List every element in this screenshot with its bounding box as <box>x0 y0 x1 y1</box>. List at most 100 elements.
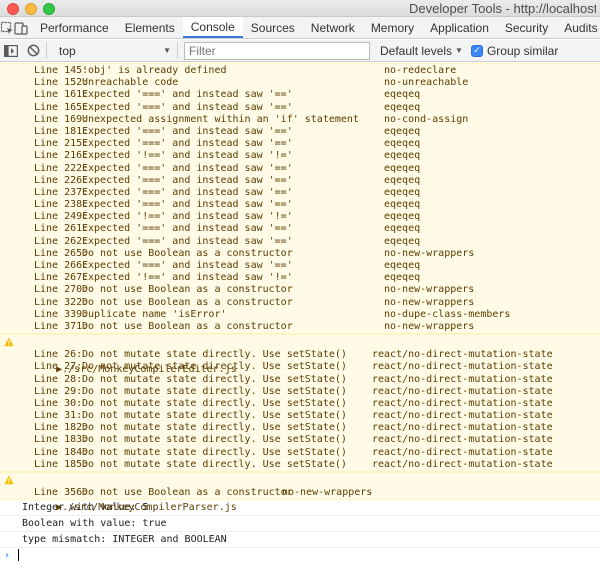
lint-rule: react/no-direct-mutation-state <box>372 458 553 470</box>
lint-message: Expected '===' and instead saw '==' <box>82 162 293 174</box>
lint-line-number: Line 267: <box>34 272 89 284</box>
lint-message: Do not mutate state directly. Use setSta… <box>82 422 347 434</box>
console-toolbar: top ▼ Default levels ▼ ✓ Group similar <box>0 40 600 62</box>
lint-line-number: Line 266: <box>34 260 89 271</box>
lint-message: Do not mutate state directly. Use setSta… <box>82 385 347 397</box>
sidebar-toggle-icon[interactable] <box>0 40 22 62</box>
lint-message: Do not mutate state directly. Use setSta… <box>82 397 347 409</box>
lint-rule: eqeqeq <box>384 174 421 186</box>
warning-header[interactable]: ▶./src/MonkeyCompilerParser.js <box>0 473 600 513</box>
context-selector[interactable]: top ▼ <box>53 42 175 60</box>
lint-line-number: Line 184: <box>34 446 89 458</box>
lint-line-number: Line 371: <box>34 320 89 332</box>
tab-memory[interactable]: Memory <box>363 17 422 38</box>
lint-rule: eqeqeq <box>384 235 421 247</box>
device-toolbar-icon[interactable] <box>14 17 28 38</box>
lint-row: Line 222:Expected '===' and instead saw … <box>0 163 600 175</box>
lint-row: Line 215:Expected '===' and instead saw … <box>0 138 600 150</box>
lint-line-number: Line 238: <box>34 199 89 211</box>
clear-console-icon[interactable] <box>22 40 44 62</box>
lint-line-number: Line 215: <box>34 138 89 150</box>
lint-line-number: Line 181: <box>34 125 89 137</box>
lint-line-number: Line 152: <box>34 77 89 89</box>
lint-row: Line 238:Expected '===' and instead saw … <box>0 199 600 211</box>
lint-rule: no-new-wrappers <box>282 487 373 498</box>
tab-audits[interactable]: Audits <box>556 17 600 38</box>
lint-rule: no-unreachable <box>384 77 469 89</box>
lint-message: Expected '===' and instead saw '==' <box>82 260 293 271</box>
lint-line-number: Line 31: <box>34 410 83 422</box>
warning-message: ▶./src/MonkeyCompilerEditer.js Line 26:D… <box>0 334 600 472</box>
tab-application[interactable]: Application <box>422 17 497 38</box>
lint-rule: eqeqeq <box>384 101 421 113</box>
lint-message: Expected '!==' and instead saw '!=' <box>82 211 293 223</box>
lint-rule: eqeqeq <box>384 260 421 271</box>
lint-row: Line 216:Expected '!==' and instead saw … <box>0 150 600 162</box>
group-similar-toggle[interactable]: ✓ Group similar <box>470 43 559 58</box>
lint-row: Line 266:Expected '===' and instead saw … <box>0 260 600 272</box>
warning-source-file[interactable]: ▶./src/MonkeyCompilerEditer.js <box>56 364 237 375</box>
tab-elements[interactable]: Elements <box>117 17 183 38</box>
lint-rule: react/no-direct-mutation-state <box>372 385 553 397</box>
lint-message: Expected '===' and instead saw '==' <box>82 101 293 113</box>
lint-row: Line 181:Expected '===' and instead saw … <box>0 126 600 138</box>
lint-rule: no-new-wrappers <box>384 284 475 296</box>
tab-security[interactable]: Security <box>497 17 556 38</box>
lint-rule: eqeqeq <box>384 186 421 198</box>
lint-rule: eqeqeq <box>384 199 421 211</box>
lint-message: Do not use Boolean as a constructor <box>82 296 293 308</box>
lint-message: Expected '===' and instead saw '==' <box>82 235 293 247</box>
lint-row: Line 169:Unexpected assignment within an… <box>0 114 600 126</box>
console-output: Line 145:'obj' is already defined no-rede… <box>0 63 600 573</box>
lint-message: Do not mutate state directly. Use setSta… <box>82 410 347 422</box>
lint-message: Expected '===' and instead saw '==' <box>82 89 293 101</box>
tab-performance[interactable]: Performance <box>32 17 117 38</box>
lint-rule: react/no-direct-mutation-state <box>372 397 553 409</box>
lint-rule: react/no-direct-mutation-state <box>372 349 553 361</box>
tab-sources[interactable]: Sources <box>243 17 303 38</box>
lint-line-number: Line 262: <box>34 235 89 247</box>
lint-message: Expected '===' and instead saw '==' <box>82 223 293 235</box>
log-message: type mismatch: INTEGER and BOOLEAN <box>0 532 600 549</box>
lint-rule: react/no-direct-mutation-state <box>372 373 553 385</box>
lint-rule: no-cond-assign <box>384 113 469 125</box>
lint-line-number: Line 185: <box>34 458 89 470</box>
lint-message: Do not mutate state directly. Use setSta… <box>82 434 347 446</box>
lint-line-number: Line 265: <box>34 247 89 259</box>
lint-message: Do not use Boolean as a constructor <box>82 320 293 332</box>
lint-message: Expected '===' and instead saw '==' <box>82 138 293 150</box>
inspect-element-icon[interactable] <box>0 17 14 38</box>
lint-row: Line 185:Do not mutate state directly. U… <box>0 459 600 471</box>
lint-rule: no-new-wrappers <box>384 247 475 259</box>
warning-header[interactable]: ▶./src/MonkeyCompilerEditer.js <box>0 335 600 375</box>
group-similar-label: Group similar <box>486 43 559 58</box>
lint-message: Do not mutate state directly. Use setSta… <box>82 349 347 361</box>
lint-message: Duplicate name 'isError' <box>82 308 227 320</box>
lint-row: Line 237:Expected '===' and instead saw … <box>0 187 600 199</box>
lint-rule: react/no-direct-mutation-state <box>372 410 553 422</box>
checkmark-icon[interactable]: ✓ <box>470 44 483 57</box>
lint-rule: no-redeclare <box>384 65 457 76</box>
lint-rule: no-new-wrappers <box>384 320 475 332</box>
tab-console[interactable]: Console <box>182 17 243 38</box>
lint-message: Do not mutate state directly. Use setSta… <box>82 458 347 470</box>
console-prompt[interactable]: › <box>0 548 600 564</box>
lint-message: Expected '!==' and instead saw '!=' <box>82 272 293 284</box>
lint-line-number: Line 261: <box>34 223 89 235</box>
warning-message: Line 145:'obj' is already defined no-rede… <box>0 63 600 335</box>
warning-icon <box>4 337 14 347</box>
lint-rule: eqeqeq <box>384 138 421 150</box>
lint-row: Line 267:Expected '!==' and instead saw … <box>0 272 600 284</box>
warning-message: ▶./src/MonkeyCompilerParser.js Line 356:… <box>0 472 600 513</box>
filter-input[interactable] <box>184 41 370 60</box>
lint-line-number: Line 222: <box>34 162 89 174</box>
lint-line-number: Line 226: <box>34 174 89 186</box>
tab-network[interactable]: Network <box>303 17 363 38</box>
lint-row: Line 26:Do not mutate state directly. Us… <box>0 349 600 361</box>
lint-message: Do not mutate state directly. Use setSta… <box>82 446 347 458</box>
window-titlebar: Developer Tools - http://localhost:3 <box>0 0 600 17</box>
log-message: Boolean with value: true <box>0 516 600 533</box>
warning-icon <box>4 475 14 485</box>
log-levels-dropdown[interactable]: Default levels ▼ <box>380 44 463 58</box>
warning-source-file[interactable]: ▶./src/MonkeyCompilerParser.js <box>56 502 237 513</box>
